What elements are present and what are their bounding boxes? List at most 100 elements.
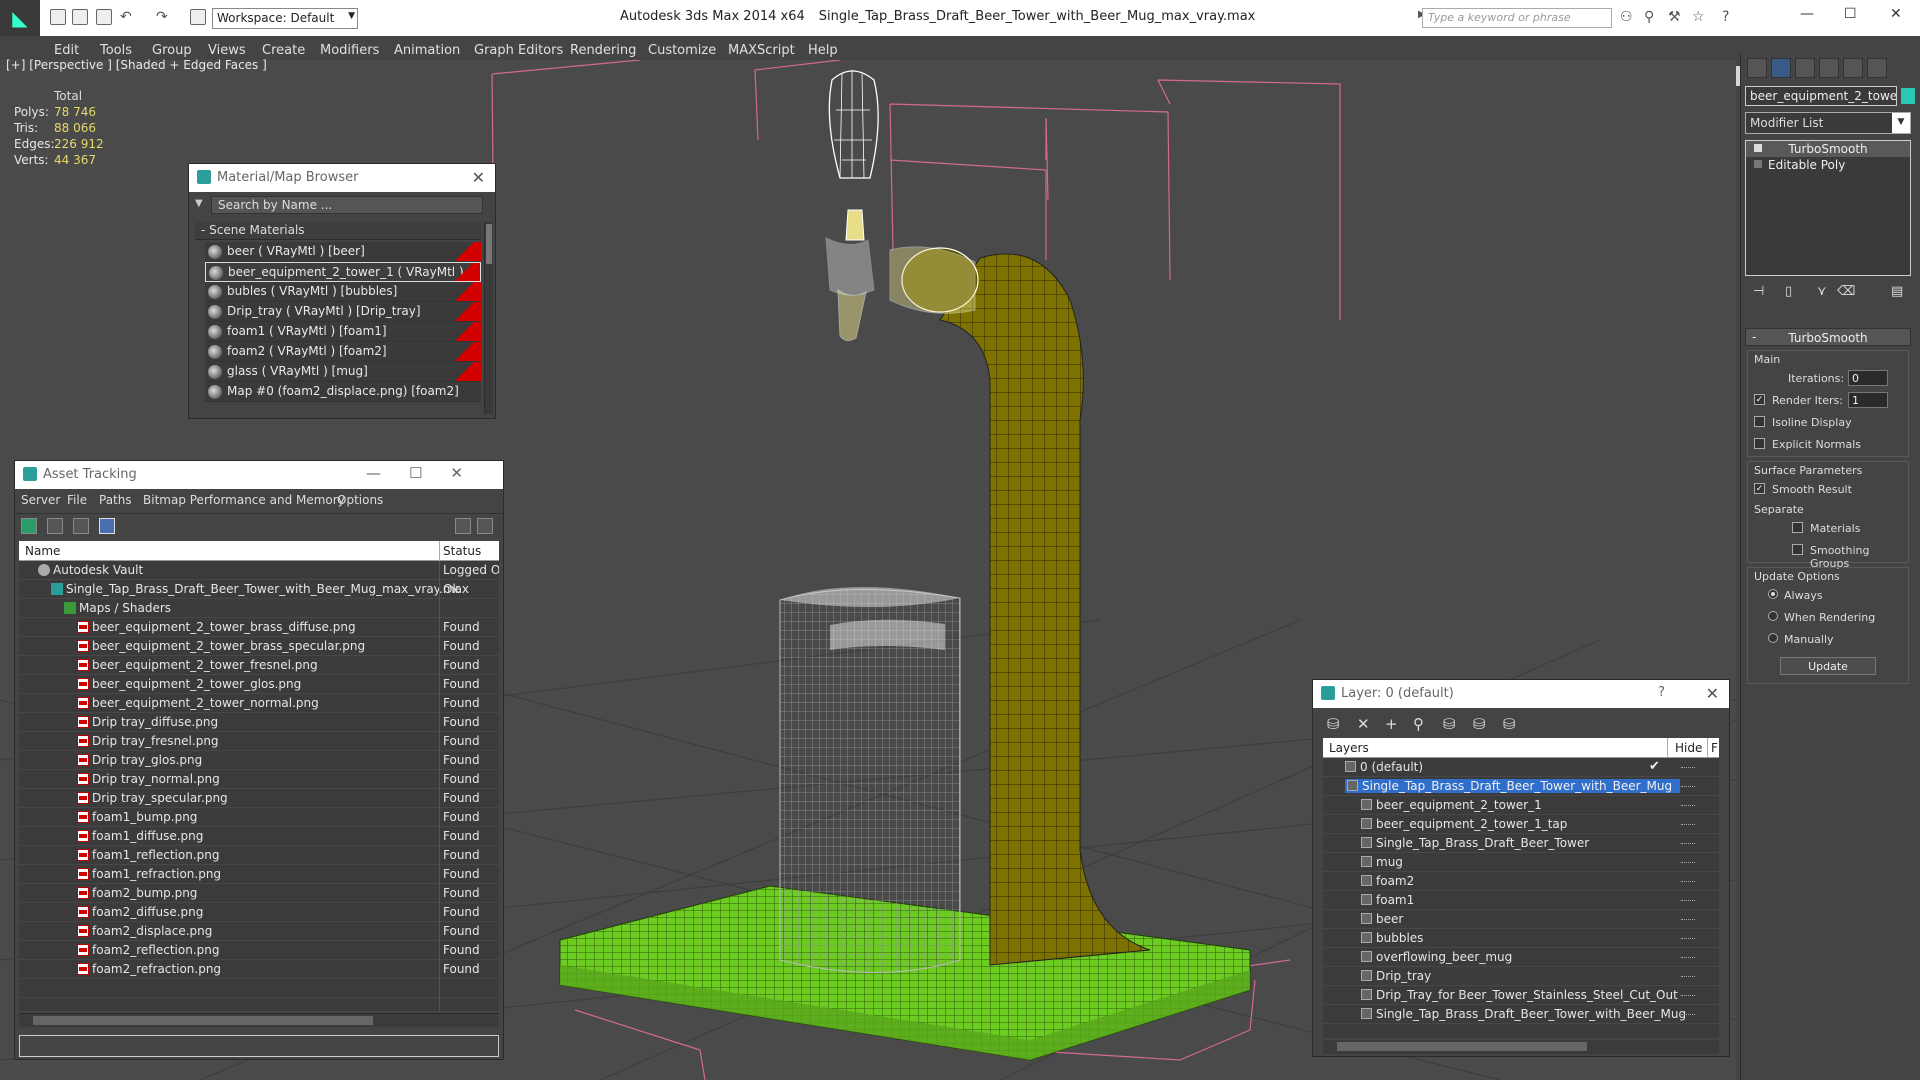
layer-horizontal-scrollbar[interactable] bbox=[1323, 1040, 1719, 1054]
scrollbar-thumb[interactable] bbox=[1337, 1042, 1587, 1051]
material-item[interactable]: beer_equipment_2_tower_1 ( VRayMtl ) [be… bbox=[205, 262, 481, 282]
pin-stack-icon[interactable]: ⊣ bbox=[1753, 284, 1764, 299]
when-rendering-radio[interactable] bbox=[1768, 611, 1778, 621]
asset-row[interactable]: Drip tray_diffuse.png Found bbox=[19, 713, 499, 732]
turbosmooth-rollout-header[interactable]: - TurboSmooth bbox=[1745, 328, 1911, 346]
help-icon[interactable]: ? bbox=[1722, 9, 1729, 25]
display-tab-icon[interactable] bbox=[1843, 58, 1863, 78]
object-color-swatch[interactable] bbox=[1901, 88, 1915, 104]
menu-bitmap-performance[interactable]: Bitmap Performance and Memory bbox=[143, 493, 345, 507]
menu-tools[interactable]: Tools bbox=[100, 43, 132, 58]
delete-layer-icon[interactable]: ✕ bbox=[1357, 715, 1370, 733]
layer-row[interactable]: Drip_Tray_for Beer_Tower_Stainless_Steel… bbox=[1323, 986, 1719, 1005]
menu-customize[interactable]: Customize bbox=[648, 43, 716, 58]
manually-radio[interactable] bbox=[1768, 633, 1778, 643]
smooth-result-checkbox[interactable]: ✓ bbox=[1754, 483, 1765, 494]
menu-views[interactable]: Views bbox=[208, 43, 246, 58]
smoothing-groups-checkbox[interactable] bbox=[1792, 544, 1803, 555]
workspace-dropdown[interactable]: Workspace: Default ▼ bbox=[212, 8, 358, 29]
help-icon[interactable]: ? bbox=[1658, 685, 1665, 700]
remove-modifier-icon[interactable]: ⌫ bbox=[1837, 284, 1855, 299]
column-layers[interactable]: Layers bbox=[1329, 741, 1369, 755]
motion-tab-icon[interactable] bbox=[1819, 58, 1839, 78]
asset-horizontal-scrollbar[interactable] bbox=[19, 1013, 499, 1027]
asset-row[interactable]: Drip tray_glos.png Found bbox=[19, 751, 499, 770]
asset-row[interactable]: Drip tray_specular.png Found bbox=[19, 789, 499, 808]
hide-toggle[interactable] bbox=[1681, 881, 1695, 883]
update-button[interactable]: Update bbox=[1780, 657, 1876, 675]
layer-row[interactable]: mug bbox=[1323, 853, 1719, 872]
layer-row[interactable]: beer_equipment_2_tower_1_tap bbox=[1323, 815, 1719, 834]
asset-row[interactable]: Autodesk Vault Logged Ou bbox=[19, 561, 499, 580]
hide-toggle[interactable] bbox=[1681, 767, 1695, 769]
create-layer-icon[interactable]: ⛁ bbox=[1327, 715, 1340, 733]
communication-center-icon[interactable]: ⚒ bbox=[1668, 9, 1681, 25]
hide-toggle[interactable] bbox=[1681, 995, 1695, 997]
show-end-result-icon[interactable]: ▯ bbox=[1785, 284, 1792, 299]
asset-row[interactable]: foam1_reflection.png Found bbox=[19, 846, 499, 865]
active-layer-check-icon[interactable]: ✔ bbox=[1649, 759, 1660, 774]
menu-server[interactable]: Server bbox=[21, 493, 60, 507]
scrollbar-thumb[interactable] bbox=[486, 224, 492, 264]
layer-row[interactable]: foam1 bbox=[1323, 891, 1719, 910]
layer-row[interactable]: beer bbox=[1323, 910, 1719, 929]
menu-edit[interactable]: Edit bbox=[54, 43, 79, 58]
asset-row[interactable]: Drip tray_fresnel.png Found bbox=[19, 732, 499, 751]
redo-icon[interactable]: ↷ bbox=[156, 9, 168, 25]
hide-toggle[interactable] bbox=[1681, 957, 1695, 959]
materials-checkbox[interactable] bbox=[1792, 522, 1803, 533]
material-item[interactable]: bubles ( VRayMtl ) [bubbles] bbox=[205, 282, 481, 302]
add-to-layer-icon[interactable]: + bbox=[1385, 715, 1398, 733]
help-icon[interactable] bbox=[455, 518, 471, 534]
highlight-layer-icon[interactable]: ⛁ bbox=[1443, 715, 1456, 733]
search-icon[interactable]: ⚲ bbox=[1644, 9, 1654, 25]
list-view-icon[interactable] bbox=[47, 518, 63, 534]
asset-row[interactable]: Maps / Shaders bbox=[19, 599, 499, 618]
menu-animation[interactable]: Animation bbox=[394, 43, 460, 58]
freeze-all-icon[interactable]: ⛁ bbox=[1503, 715, 1516, 733]
isoline-checkbox[interactable] bbox=[1754, 416, 1765, 427]
material-browser-titlebar[interactable]: Material/Map Browser ✕ bbox=[189, 164, 495, 192]
layer-manager-titlebar[interactable]: Layer: 0 (default) ? ✕ bbox=[1313, 680, 1729, 708]
asset-row[interactable]: beer_equipment_2_tower_fresnel.png Found bbox=[19, 656, 499, 675]
hide-toggle[interactable] bbox=[1681, 919, 1695, 921]
menu-create[interactable]: Create bbox=[262, 43, 305, 58]
project-folder-icon[interactable] bbox=[190, 9, 206, 25]
column-hide[interactable]: Hide bbox=[1675, 741, 1702, 755]
object-name-field[interactable]: beer_equipment_2_tower_1 bbox=[1745, 86, 1897, 106]
open-file-icon[interactable] bbox=[72, 9, 88, 25]
binoculars-icon[interactable]: ⚇ bbox=[1620, 9, 1633, 25]
menu-rendering[interactable]: Rendering bbox=[570, 43, 636, 58]
always-radio[interactable] bbox=[1768, 589, 1778, 599]
utilities-tab-icon[interactable] bbox=[1867, 58, 1887, 78]
save-file-icon[interactable] bbox=[96, 9, 112, 25]
layer-row[interactable]: Single_Tap_Brass_Draft_Beer_Tower_with_B… bbox=[1323, 777, 1719, 796]
favorites-star-icon[interactable]: ☆ bbox=[1692, 9, 1705, 25]
undo-icon[interactable]: ↶ bbox=[120, 9, 132, 25]
render-iters-spinner[interactable]: 1 bbox=[1848, 392, 1888, 408]
material-item[interactable]: foam2 ( VRayMtl ) [foam2] bbox=[205, 342, 481, 362]
asset-row[interactable]: foam2_bump.png Found bbox=[19, 884, 499, 903]
iterations-spinner[interactable]: 0 bbox=[1848, 370, 1888, 386]
menu-group[interactable]: Group bbox=[152, 43, 192, 58]
hide-toggle[interactable] bbox=[1681, 786, 1695, 788]
layer-row[interactable]: bubbles bbox=[1323, 929, 1719, 948]
asset-row[interactable]: beer_equipment_2_tower_brass_specular.pn… bbox=[19, 637, 499, 656]
asset-row[interactable]: Drip tray_normal.png Found bbox=[19, 770, 499, 789]
hide-toggle[interactable] bbox=[1681, 1014, 1695, 1016]
asset-row[interactable]: foam2_refraction.png Found bbox=[19, 960, 499, 979]
create-tab-icon[interactable] bbox=[1747, 58, 1767, 78]
asset-row[interactable]: beer_equipment_2_tower_normal.png Found bbox=[19, 694, 499, 713]
material-search-input[interactable]: Search by Name ... bbox=[211, 196, 483, 214]
asset-tracking-titlebar[interactable]: Asset Tracking —☐✕ bbox=[15, 461, 503, 489]
viewport-label[interactable]: [+] [Perspective ] [Shaded + Edged Faces… bbox=[6, 58, 267, 72]
lightbulb-icon[interactable] bbox=[1754, 144, 1762, 152]
scrollbar-thumb[interactable] bbox=[33, 1016, 373, 1025]
hierarchy-tab-icon[interactable] bbox=[1795, 58, 1815, 78]
layer-row[interactable]: beer_equipment_2_tower_1 bbox=[1323, 796, 1719, 815]
asset-row[interactable]: foam2_diffuse.png Found bbox=[19, 903, 499, 922]
refresh-icon[interactable] bbox=[21, 518, 37, 534]
scene-materials-section[interactable]: - Scene Materials bbox=[195, 222, 481, 240]
material-scrollbar[interactable] bbox=[484, 222, 493, 414]
render-iters-checkbox[interactable]: ✓ bbox=[1754, 394, 1765, 405]
